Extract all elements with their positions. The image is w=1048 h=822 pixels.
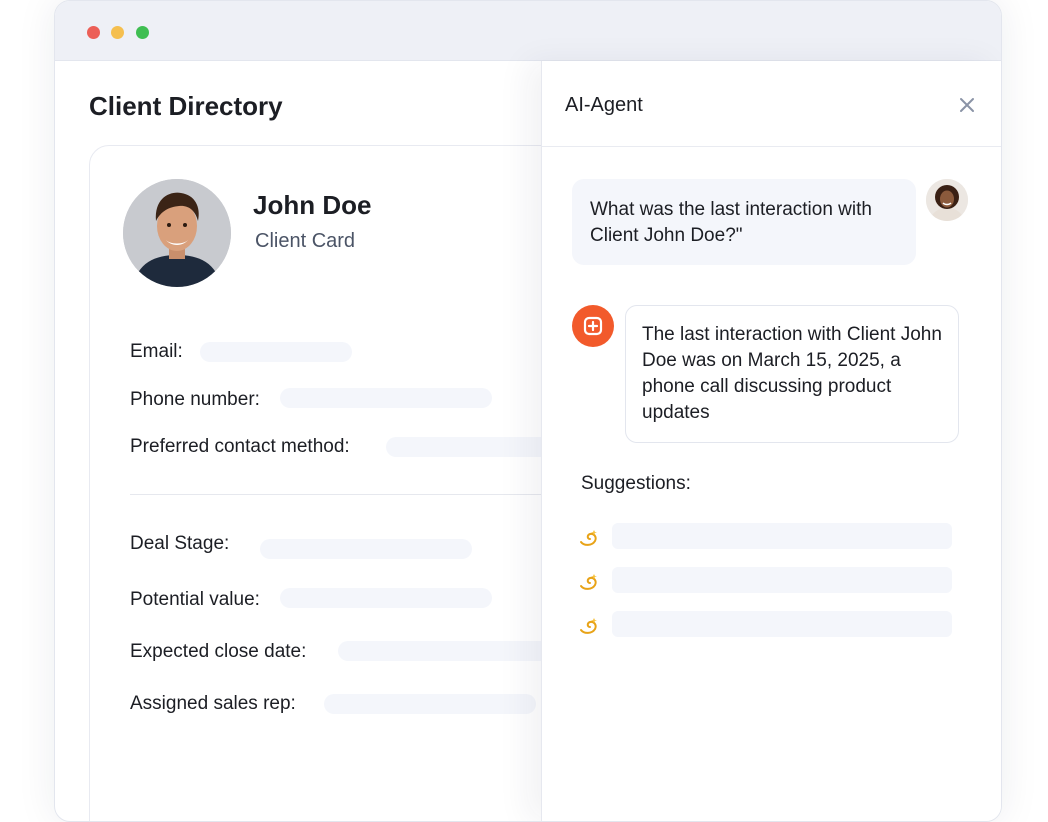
client-avatar — [123, 179, 231, 287]
panel-header: AI-Agent — [542, 61, 1001, 147]
window-close-button[interactable] — [87, 26, 100, 39]
close-date-label: Expected close date: — [130, 641, 307, 662]
panel-title: AI-Agent — [565, 94, 643, 116]
agent-avatar — [572, 305, 614, 347]
deal-stage-label: Deal Stage: — [130, 533, 230, 554]
client-subtitle: Client Card — [255, 230, 356, 252]
agent-logo-icon — [583, 316, 603, 336]
contact-method-label: Preferred contact method: — [130, 436, 350, 457]
close-icon[interactable] — [957, 95, 977, 115]
section-divider — [130, 494, 610, 495]
suggestion-placeholder — [612, 523, 952, 549]
potential-value-label: Potential value: — [130, 589, 260, 610]
window-titlebar — [55, 1, 1001, 61]
window-minimize-button[interactable] — [111, 26, 124, 39]
close-date-value — [338, 641, 550, 661]
sales-rep-value — [324, 694, 536, 714]
user-avatar — [926, 179, 968, 221]
suggestion-item[interactable] — [578, 523, 958, 551]
sales-rep-label: Assigned sales rep: — [130, 693, 296, 714]
suggestion-item[interactable] — [578, 611, 958, 639]
user-message: What was the last interaction with Clien… — [572, 179, 916, 265]
app-window: Client Directory John Doe Client Card Em… — [54, 0, 1002, 822]
potential-value-value — [280, 588, 492, 608]
page-title: Client Directory — [89, 91, 283, 121]
ai-agent-panel: AI-Agent What was the last interaction w… — [541, 61, 1001, 821]
suggestion-item[interactable] — [578, 567, 958, 595]
dizzy-icon — [580, 574, 597, 590]
phone-value — [280, 388, 492, 408]
suggestions-label: Suggestions: — [581, 473, 691, 494]
person-photo-icon — [123, 179, 231, 287]
email-label: Email: — [130, 341, 183, 362]
dizzy-icon — [580, 530, 597, 546]
phone-label: Phone number: — [130, 389, 260, 410]
person-photo-icon — [926, 179, 968, 221]
deal-stage-value — [260, 539, 472, 559]
suggestion-placeholder — [612, 611, 952, 637]
agent-message: The last interaction with Client John Do… — [625, 305, 959, 443]
window-zoom-button[interactable] — [136, 26, 149, 39]
email-value — [200, 342, 352, 362]
client-name: John Doe — [253, 190, 372, 220]
suggestion-placeholder — [612, 567, 952, 593]
dizzy-icon — [580, 618, 597, 634]
